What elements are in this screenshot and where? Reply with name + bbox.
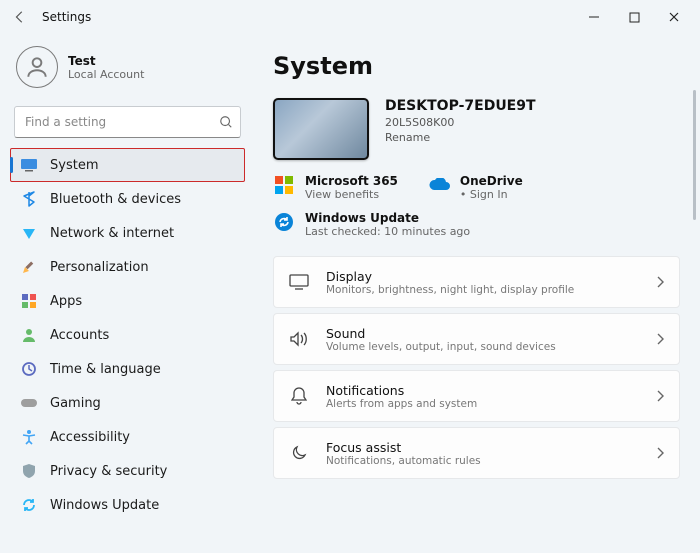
wu-title: Windows Update [305, 211, 470, 225]
update-icon [20, 496, 38, 514]
nav-list: System Bluetooth & devices Network & int… [10, 148, 245, 522]
chevron-right-icon [655, 330, 665, 349]
sidebar-item-accounts[interactable]: Accounts [10, 318, 245, 352]
sidebar: Test Local Account System Bluetooth & de… [0, 34, 255, 553]
minimize-button[interactable] [574, 3, 614, 31]
sidebar-item-label: Time & language [50, 362, 161, 377]
card-focus[interactable]: Focus assist Notifications, automatic ru… [273, 427, 680, 479]
sidebar-item-label: Personalization [50, 260, 149, 275]
device-info: DESKTOP-7EDUE9T 20L5S08K00 Rename [273, 98, 680, 160]
sound-icon [288, 328, 310, 350]
sidebar-item-apps[interactable]: Apps [10, 284, 245, 318]
network-icon [20, 224, 38, 242]
sidebar-item-system[interactable]: System [10, 148, 245, 182]
privacy-icon [20, 462, 38, 480]
main-content: System DESKTOP-7EDUE9T 20L5S08K00 Rename… [255, 34, 700, 553]
m365-title: Microsoft 365 [305, 174, 398, 188]
microsoft365-icon [273, 174, 295, 196]
notifications-icon [288, 385, 310, 407]
card-sub: Monitors, brightness, night light, displ… [326, 284, 574, 296]
wu-sub: Last checked: 10 minutes ago [305, 225, 470, 238]
card-title: Sound [326, 326, 556, 341]
maximize-button[interactable] [614, 3, 654, 31]
sidebar-item-personalization[interactable]: Personalization [10, 250, 245, 284]
personalization-icon [20, 258, 38, 276]
windows-update-tile[interactable]: Windows Update Last checked: 10 minutes … [273, 211, 680, 238]
sidebar-item-gaming[interactable]: Gaming [10, 386, 245, 420]
card-sub: Alerts from apps and system [326, 398, 477, 410]
sidebar-item-bluetooth[interactable]: Bluetooth & devices [10, 182, 245, 216]
card-title: Display [326, 269, 574, 284]
avatar-icon [16, 46, 58, 88]
display-icon [288, 271, 310, 293]
card-notifications[interactable]: Notifications Alerts from apps and syste… [273, 370, 680, 422]
sidebar-item-label: Privacy & security [50, 464, 167, 479]
sidebar-item-label: Bluetooth & devices [50, 192, 181, 207]
sidebar-item-label: Accessibility [50, 430, 130, 445]
chevron-right-icon [655, 273, 665, 292]
card-sub: Notifications, automatic rules [326, 455, 481, 467]
onedrive-icon [428, 174, 450, 196]
device-model: 20L5S08K00 [385, 116, 536, 129]
focus-icon [288, 442, 310, 464]
user-name: Test [68, 54, 144, 68]
card-display[interactable]: Display Monitors, brightness, night ligh… [273, 256, 680, 308]
onedrive-sub: • Sign In [460, 188, 523, 201]
chevron-right-icon [655, 387, 665, 406]
microsoft365-tile[interactable]: Microsoft 365 View benefits [273, 174, 398, 201]
card-title: Focus assist [326, 440, 481, 455]
sidebar-item-time[interactable]: Time & language [10, 352, 245, 386]
scrollbar[interactable] [693, 90, 696, 220]
gaming-icon [20, 394, 38, 412]
sidebar-item-label: Accounts [50, 328, 109, 343]
device-name: DESKTOP-7EDUE9T [385, 98, 536, 114]
card-sound[interactable]: Sound Volume levels, output, input, soun… [273, 313, 680, 365]
page-title: System [273, 52, 680, 80]
windows-update-icon [273, 211, 295, 233]
sidebar-item-update[interactable]: Windows Update [10, 488, 245, 522]
search-input[interactable] [14, 106, 241, 138]
sidebar-item-label: Network & internet [50, 226, 174, 241]
search-icon [219, 114, 233, 133]
card-title: Notifications [326, 383, 477, 398]
system-icon [20, 156, 38, 174]
rename-link[interactable]: Rename [385, 131, 536, 144]
sidebar-item-accessibility[interactable]: Accessibility [10, 420, 245, 454]
back-button[interactable] [6, 3, 34, 31]
sidebar-item-privacy[interactable]: Privacy & security [10, 454, 245, 488]
user-profile[interactable]: Test Local Account [10, 40, 245, 102]
time-icon [20, 360, 38, 378]
accessibility-icon [20, 428, 38, 446]
onedrive-title: OneDrive [460, 174, 523, 188]
sidebar-item-label: Apps [50, 294, 82, 309]
window-title: Settings [42, 10, 91, 24]
chevron-right-icon [655, 444, 665, 463]
onedrive-tile[interactable]: OneDrive • Sign In [428, 174, 523, 201]
sidebar-item-network[interactable]: Network & internet [10, 216, 245, 250]
sidebar-item-label: System [50, 158, 98, 173]
title-bar: Settings [0, 0, 700, 34]
apps-icon [20, 292, 38, 310]
card-sub: Volume levels, output, input, sound devi… [326, 341, 556, 353]
m365-sub: View benefits [305, 188, 398, 201]
sidebar-item-label: Windows Update [50, 498, 159, 513]
sidebar-item-label: Gaming [50, 396, 101, 411]
bluetooth-icon [20, 190, 38, 208]
search-box[interactable] [14, 106, 241, 138]
user-subtitle: Local Account [68, 68, 144, 81]
close-button[interactable] [654, 3, 694, 31]
device-thumbnail [273, 98, 369, 160]
accounts-icon [20, 326, 38, 344]
